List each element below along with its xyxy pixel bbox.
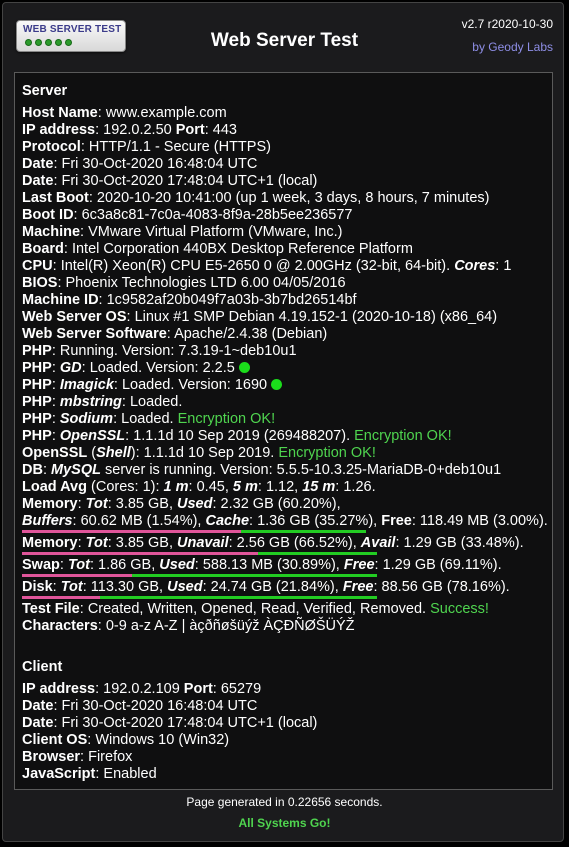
client-date-local-row: Date: Fri 30-Oct-2020 17:48:04 UTC+1 (lo… <box>22 715 318 731</box>
browser-row: Browser: Firefox <box>22 749 133 765</box>
ip-row: IP address: 192.0.2.50 Port: 443 <box>22 122 237 138</box>
status-ok-icon <box>238 362 250 373</box>
openssl-shell-row: OpenSSL (Shell): 1.1.1d 10 Sep 2019. Enc… <box>22 445 376 461</box>
client-ip-row: IP address: 192.0.2.109 Port: 65279 <box>22 681 262 697</box>
author-link[interactable]: by Geody Labs <box>472 40 553 54</box>
swap-used-bar <box>22 574 132 577</box>
swap-row: Swap: Tot: 1.86 GB, Used: 588.13 MB (30.… <box>22 557 502 573</box>
memory-avail-bar <box>258 552 377 555</box>
disk-used-bar <box>22 596 100 599</box>
status-ok-icon <box>271 379 283 390</box>
machine-row: Machine: VMware Virtual Platform (VMware… <box>22 224 343 240</box>
memory-cache-bar <box>241 530 367 533</box>
memory-unavail-bar <box>22 552 259 555</box>
buffers-row: Buffers: 60.62 MB (1.54%), Cache: 1.36 G… <box>22 513 548 529</box>
sodium-row: PHP: Sodium: Loaded. Encryption OK! <box>22 411 276 427</box>
gd-row: PHP: GD: Loaded. Version: 2.2.5 <box>22 360 250 377</box>
client-os-row: Client OS: Windows 10 (Win32) <box>22 732 230 748</box>
php-row: PHP: Running. Version: 7.3.19-1~deb10u1 <box>22 343 297 359</box>
version-label: v2.7 r2020-10-30 <box>461 17 553 31</box>
cpu-row: CPU: Intel(R) Xeon(R) CPU E5-2650 0 @ 2.… <box>22 258 512 274</box>
javascript-row: JavaScript: Enabled <box>22 766 157 782</box>
client-heading: Client <box>22 659 63 675</box>
info-panel: Server Host Name: www.example.com IP add… <box>14 72 553 790</box>
bootid-row: Boot ID: 6c3a8c81-7c0a-4083-8f9a-28b5ee2… <box>22 207 353 223</box>
mbstring-row: PHP: mbstring: Loaded. <box>22 394 183 410</box>
status-message: All Systems Go! <box>238 816 331 830</box>
lastboot-row: Last Boot: 2020-10-20 10:41:00 (up 1 wee… <box>22 190 490 206</box>
board-row: Board: Intel Corporation 440BX Desktop R… <box>22 241 413 257</box>
memory-used-bar <box>22 530 236 533</box>
db-row: DB: MySQL server is running. Version: 5.… <box>22 462 502 478</box>
os-row: Web Server OS: Linux #1 SMP Debian 4.19.… <box>22 309 498 325</box>
chars-row: Characters: 0-9 a-z A-Z | àçðñøšüýž ÀÇĐÑ… <box>22 618 355 634</box>
date-local-row: Date: Fri 30-Oct-2020 17:48:04 UTC+1 (lo… <box>22 173 318 189</box>
swap-free-bar <box>131 574 377 577</box>
disk-row: Disk: Tot: 113.30 GB, Used: 24.74 GB (21… <box>22 579 510 595</box>
server-heading: Server <box>22 83 68 99</box>
disk-free-bar <box>99 596 377 599</box>
protocol-row: Protocol: HTTP/1.1 - Secure (HTTPS) <box>22 139 271 155</box>
host-row: Host Name: www.example.com <box>22 105 227 121</box>
memory-avail-row: Memory: Tot: 3.85 GB, Unavail: 2.56 GB (… <box>22 535 524 551</box>
client-date-utc-row: Date: Fri 30-Oct-2020 16:48:04 UTC <box>22 698 258 714</box>
openssl-row: PHP: OpenSSL: 1.1.1d 10 Sep 2019 (269488… <box>22 428 452 444</box>
software-row: Web Server Software: Apache/2.4.38 (Debi… <box>22 326 328 342</box>
generation-time: Page generated in 0.22656 seconds. <box>186 795 383 809</box>
date-utc-row: Date: Fri 30-Oct-2020 16:48:04 UTC <box>22 156 258 172</box>
load-row: Load Avg (Cores: 1): 1 m: 0.45, 5 m: 1.1… <box>22 479 376 495</box>
memory-row: Memory: Tot: 3.85 GB, Used: 2.32 GB (60.… <box>22 496 341 512</box>
bios-row: BIOS: Phoenix Technologies LTD 6.00 04/0… <box>22 275 346 291</box>
testfile-row: Test File: Created, Written, Opened, Rea… <box>22 601 489 617</box>
imagick-row: PHP: Imagick: Loaded. Version: 1690 <box>22 377 283 394</box>
machineid-row: Machine ID: 1c9582af20b049f7a03b-3b7bd26… <box>22 292 357 308</box>
